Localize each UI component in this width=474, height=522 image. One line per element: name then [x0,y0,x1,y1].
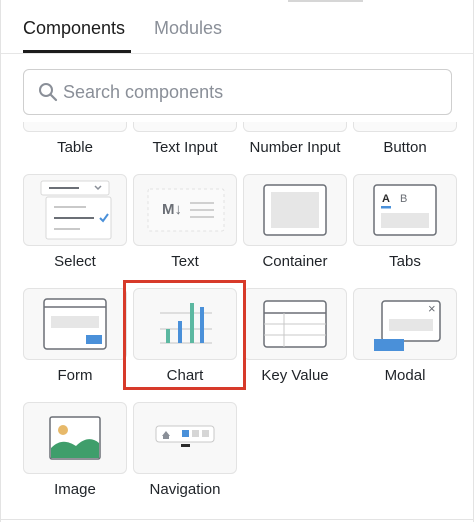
table-label: Table [57,139,93,156]
search-box[interactable] [23,69,452,115]
chart-highlight-frame [123,280,246,390]
container-icon [263,184,327,236]
components-panel: Components Modules Table Text Input Numb… [0,0,474,522]
text-card[interactable]: M↓ [133,174,237,246]
form-icon [43,298,107,350]
image-card[interactable] [23,402,127,474]
tabs-card[interactable]: A B [353,174,457,246]
text-input-label: Text Input [152,139,218,156]
active-tab-indicator [23,50,131,53]
tabs-icon: A B [373,184,437,236]
tab-components[interactable]: Components [23,16,125,40]
form-label: Form [57,367,93,384]
navigation-icon [155,425,215,447]
modal-close-glyph: × [428,301,436,316]
navigation-label: Navigation [149,481,221,498]
key-value-label: Key Value [261,367,329,384]
modal-icon: × [374,300,441,351]
tab-b-glyph: B [400,193,407,205]
table-card[interactable] [23,122,127,132]
select-card[interactable] [23,174,127,246]
modal-label: Modal [384,367,426,384]
select-label: Select [54,253,96,270]
tab-a-glyph: A [382,193,390,205]
key-value-card[interactable] [243,288,347,360]
text-icon: M↓ [147,188,225,232]
key-value-icon [263,300,327,348]
navigation-card[interactable] [133,402,237,474]
tab-modules[interactable]: Modules [154,16,222,40]
search-icon [39,83,58,102]
number-input-label: Number Input [249,139,341,156]
button-card[interactable] [353,122,457,132]
text-input-card[interactable] [133,122,237,132]
text-label: Text [171,253,199,270]
select-icon [40,180,112,240]
panel-tabs: Components Modules [1,0,474,54]
image-icon [49,416,101,460]
bottom-divider [1,519,474,520]
image-label: Image [54,481,96,498]
container-label: Container [262,253,328,270]
container-card[interactable] [243,174,347,246]
form-card[interactable] [23,288,127,360]
search-input[interactable] [63,70,443,114]
tabs-label: Tabs [389,253,421,270]
markdown-glyph: M↓ [162,201,182,218]
button-label: Button [383,139,427,156]
modal-card[interactable]: × [353,288,457,360]
number-input-card[interactable] [243,122,347,132]
